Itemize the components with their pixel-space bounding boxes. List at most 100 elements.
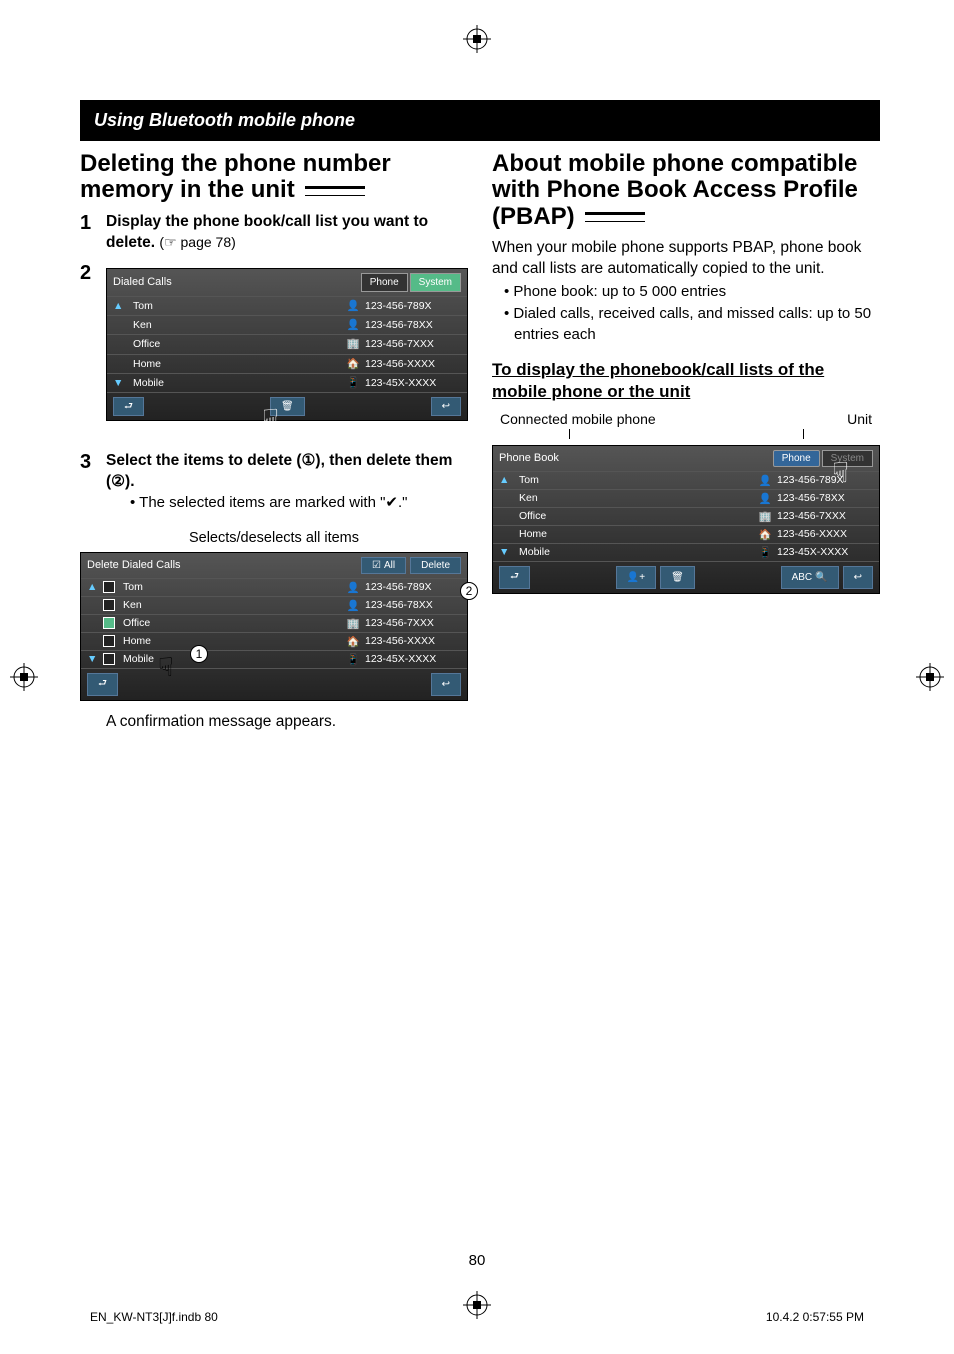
- hand-pointer-icon: ☟: [262, 401, 279, 439]
- contact-type-icon: 👤: [757, 492, 773, 505]
- step3-caption: Selects/deselects all items: [80, 530, 468, 546]
- section-header: Using Bluetooth mobile phone: [80, 100, 880, 141]
- step-1: 1 Display the phone book/call list you w…: [80, 212, 468, 254]
- list-row[interactable]: ▲Tom👤123-456-789X: [493, 471, 879, 489]
- phone-number: 123-456-7XXX: [361, 337, 461, 351]
- contact-name: Office: [119, 617, 345, 629]
- checkbox[interactable]: [103, 617, 115, 629]
- checkbox[interactable]: [103, 599, 115, 611]
- add-contact-button[interactable]: 👤+: [616, 566, 656, 589]
- contact-type-icon: 🏠: [345, 635, 361, 648]
- scroll-arrow-icon[interactable]: ▼: [499, 546, 515, 558]
- list-row[interactable]: Home🏠123-456-XXXX: [493, 525, 879, 543]
- callout-2: 2: [460, 582, 478, 600]
- phone-number: 123-456-7XXX: [361, 617, 461, 629]
- tab-phone[interactable]: Phone: [361, 273, 408, 293]
- phone-number: 123-456-7XXX: [773, 510, 873, 522]
- contact-type-icon: 👤: [345, 318, 361, 332]
- step-number: 1: [80, 212, 106, 254]
- step1-text: Display the phone book/call list you wan…: [106, 213, 428, 251]
- footer-timestamp: 10.4.2 0:57:55 PM: [766, 1310, 864, 1324]
- step2-screenshot: Dialed Calls Phone System ▲Tom👤123-456-7…: [106, 268, 468, 422]
- scroll-arrow-icon[interactable]: ▲: [499, 474, 515, 486]
- scroll-arrow-icon[interactable]: ▼: [87, 653, 103, 665]
- back-button[interactable]: ⮐: [87, 673, 118, 696]
- abc-button[interactable]: ABC🔍: [781, 566, 839, 589]
- step-number: 3: [80, 451, 106, 513]
- contact-type-icon: 🏠: [757, 528, 773, 541]
- scroll-arrow-icon[interactable]: ▲: [87, 581, 103, 593]
- registration-mark-left: [10, 663, 38, 691]
- contact-type-icon: 👤: [345, 581, 361, 594]
- contact-name: Tom: [129, 299, 345, 313]
- phone-number: 123-456-789X: [361, 581, 461, 593]
- step3-text: Select the items to delete (①), then del…: [106, 451, 468, 493]
- left-column: Deleting the phone number memory in the …: [80, 151, 468, 731]
- phone-number: 123-45X-XXXX: [773, 546, 873, 558]
- tab-system[interactable]: System: [410, 273, 461, 293]
- back-button[interactable]: ⮐: [499, 566, 530, 589]
- scroll-arrow-icon[interactable]: ▼: [113, 376, 129, 390]
- list-row[interactable]: Office🏢123-456-7XXX: [493, 507, 879, 525]
- ss-title: Delete Dialed Calls: [87, 559, 181, 571]
- contact-name: Mobile: [129, 376, 345, 390]
- phone-number: 123-45X-XXXX: [361, 653, 461, 665]
- checkbox[interactable]: [103, 581, 115, 593]
- page-number: 80: [469, 1252, 486, 1269]
- phone-number: 123-456-78XX: [361, 318, 461, 332]
- step3-sub: The selected items are marked with "✔.": [130, 493, 468, 513]
- footer-filename: EN_KW-NT3[J]f.indb 80: [90, 1310, 218, 1324]
- phone-number: 123-456-78XX: [773, 492, 873, 504]
- step-number: 2: [80, 262, 106, 428]
- list-row[interactable]: Office🏢123-456-7XXX: [81, 614, 467, 632]
- list-row[interactable]: Home🏠123-456-XXXX: [81, 632, 467, 650]
- right-subheading: To display the phonebook/call lists of t…: [492, 359, 880, 403]
- back-button[interactable]: ⮐: [113, 397, 144, 417]
- list-row[interactable]: Office🏢123-456-7XXX: [107, 334, 467, 353]
- scroll-arrow-icon[interactable]: ▲: [113, 299, 129, 313]
- return-button[interactable]: ↩: [431, 673, 461, 696]
- contact-name: Ken: [129, 318, 345, 332]
- tab-phone[interactable]: Phone: [773, 450, 820, 467]
- return-button[interactable]: ↩: [843, 566, 873, 589]
- list-row[interactable]: ▲Tom👤123-456-789X: [107, 296, 467, 315]
- right-column: About mobile phone compatible with Phone…: [492, 151, 880, 731]
- return-button[interactable]: ↩: [431, 397, 461, 417]
- checkbox[interactable]: [103, 635, 115, 647]
- registration-mark-right: [916, 663, 944, 691]
- bullet-1: Phone book: up to 5 000 entries: [504, 282, 880, 302]
- right-screenshot: Phone Book Phone System ▲Tom👤123-456-789…: [492, 445, 880, 594]
- ss-title: Phone Book: [499, 452, 559, 464]
- contact-name: Ken: [515, 492, 757, 504]
- list-row[interactable]: ▼Mobile📱123-45X-XXXX: [493, 543, 879, 561]
- list-row[interactable]: Ken👤123-456-78XX: [81, 596, 467, 614]
- list-row[interactable]: ▲ Tom👤123-456-789X: [81, 578, 467, 596]
- list-row[interactable]: ▼Mobile📱123-45X-XXXX: [81, 650, 467, 668]
- delete-button[interactable]: Delete: [410, 557, 461, 574]
- contact-name: Tom: [119, 581, 345, 593]
- contact-type-icon: 🏢: [757, 510, 773, 523]
- contact-name: Office: [515, 510, 757, 522]
- confirm-message: A confirmation message appears.: [106, 713, 468, 731]
- checkbox[interactable]: [103, 653, 115, 665]
- list-row[interactable]: Ken👤123-456-78XX: [107, 315, 467, 334]
- contact-type-icon: 👤: [345, 299, 361, 313]
- contact-name: Home: [515, 528, 757, 540]
- contact-type-icon: 🏢: [345, 337, 361, 351]
- contact-type-icon: 🏠: [345, 357, 361, 371]
- trash-button[interactable]: 🗑: [660, 566, 695, 589]
- contact-name: Office: [129, 337, 345, 351]
- list-row[interactable]: Ken👤123-456-78XX: [493, 489, 879, 507]
- annot-connected-phone: Connected mobile phone: [500, 411, 656, 427]
- contact-type-icon: 👤: [757, 474, 773, 487]
- phone-number: 123-456-XXXX: [773, 528, 873, 540]
- all-button[interactable]: ☑ All: [361, 557, 406, 574]
- contact-name: Home: [119, 635, 345, 647]
- left-heading: Deleting the phone number memory in the …: [80, 151, 468, 204]
- list-row[interactable]: Home🏠123-456-XXXX: [107, 354, 467, 373]
- contact-name: Mobile: [119, 653, 345, 665]
- contact-type-icon: 🏢: [345, 617, 361, 630]
- contact-type-icon: 📱: [757, 546, 773, 559]
- step-2: 2 Dialed Calls Phone System ▲Tom👤123-456…: [80, 262, 468, 428]
- list-row[interactable]: ▼Mobile📱123-45X-XXXX: [107, 373, 467, 392]
